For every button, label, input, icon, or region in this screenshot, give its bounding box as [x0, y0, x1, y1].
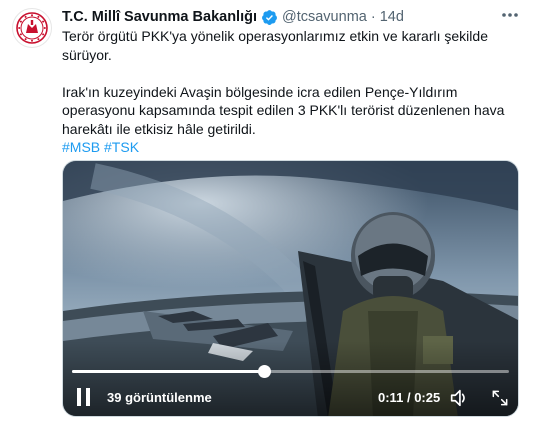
- hashtag-row: #MSB #TSK: [62, 138, 522, 157]
- handle[interactable]: @tcsavunma: [282, 9, 367, 25]
- tweet-text: Terör örgütü PKK'ya yönelik operasyonlar…: [62, 27, 522, 157]
- view-count: 39 görüntülenme: [107, 390, 212, 405]
- hashtag-msb[interactable]: #MSB: [62, 139, 100, 155]
- display-name[interactable]: T.C. Millî Savunma Bakanlığı: [62, 9, 257, 25]
- total-duration: 0:25: [414, 390, 441, 405]
- separator-dot: ·: [370, 9, 376, 25]
- video-player[interactable]: 39 görüntülenme 0:11 / 0:25: [62, 160, 519, 417]
- tweet-header: T.C. Millî Savunma Bakanlığı @tcsavunma …: [62, 7, 404, 27]
- fullscreen-icon[interactable]: [490, 388, 510, 408]
- video-progress-bar[interactable]: [72, 365, 509, 378]
- volume-icon[interactable]: [448, 387, 470, 409]
- video-progress-fill: [72, 370, 265, 373]
- video-timer: 0:11 / 0:25: [378, 390, 440, 405]
- tweet-paragraph-1: Terör örgütü PKK'ya yönelik operasyonlar…: [62, 28, 488, 63]
- elapsed-time: 0:11: [378, 390, 404, 405]
- timer-separator: /: [406, 390, 411, 405]
- ministry-emblem-icon: [16, 12, 48, 44]
- more-options-icon[interactable]: [499, 6, 521, 24]
- verified-badge-icon: [262, 9, 277, 25]
- timestamp[interactable]: 14d: [380, 9, 404, 25]
- hashtag-tsk[interactable]: #TSK: [104, 139, 139, 155]
- tweet-paragraph-2: Irak'ın kuzeyindeki Avaşin bölgesinde ic…: [62, 83, 505, 137]
- video-controls: 39 görüntülenme 0:11 / 0:25: [63, 385, 518, 411]
- tweet-card[interactable]: T.C. Millî Savunma Bakanlığı @tcsavunma …: [0, 0, 535, 425]
- avatar[interactable]: [12, 8, 52, 48]
- pause-icon[interactable]: [77, 388, 91, 406]
- video-frame-image: [63, 161, 518, 416]
